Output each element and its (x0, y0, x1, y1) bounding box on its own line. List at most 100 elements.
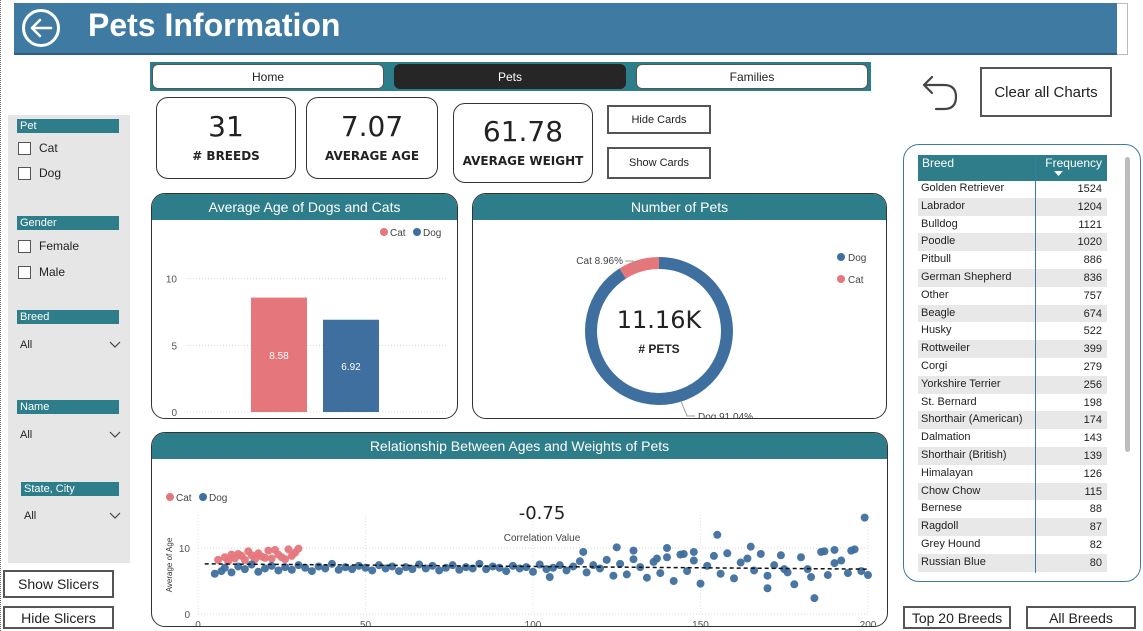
table-row[interactable]: Shorthair (American) 174 (918, 411, 1107, 430)
breed-cell: Himalayan (921, 466, 973, 479)
tab-home[interactable]: Home (152, 64, 384, 89)
frequency-cell: 126 (1083, 467, 1102, 480)
back-button[interactable] (22, 9, 60, 47)
breed-cell: Yorkshire Terrier (921, 377, 1001, 390)
frequency-cell: 143 (1083, 432, 1102, 445)
table-row[interactable]: Beagle 674 (918, 304, 1107, 323)
frequency-cell: 174 (1083, 414, 1102, 427)
correlation-value: -0.75 (519, 503, 566, 524)
top-20-breeds-button[interactable]: Top 20 Breeds (903, 606, 1011, 629)
legend-label: Cat (848, 275, 864, 286)
y-tick-label: 10 (179, 544, 191, 555)
table-row[interactable]: Yorkshire Terrier 256 (918, 375, 1107, 394)
point-dog (328, 559, 336, 568)
point-dog (864, 571, 872, 580)
point-dog (642, 573, 651, 582)
table-row[interactable]: German Shepherd 836 (918, 269, 1107, 287)
checkbox[interactable] (18, 166, 31, 180)
table-row[interactable]: Shorthair (British) 139 (918, 447, 1107, 465)
point-dog (669, 577, 678, 585)
point-cat (294, 544, 303, 553)
breed-dropdown[interactable]: All (18, 335, 124, 355)
breed-cell: German Shepherd (921, 271, 1012, 283)
breed-frequency-table: Breed Frequency Golden Retriever 1524 Labr… (903, 144, 1141, 582)
x-tick-label: 0 (195, 620, 201, 627)
point-dog (596, 564, 604, 573)
correlation-label: Correlation Value (504, 533, 581, 544)
hide-slicers-button[interactable]: Hide Slicers (3, 606, 114, 629)
legend-label: Dog (423, 228, 441, 239)
table-row[interactable]: Himalayan 126 (918, 465, 1107, 483)
breed-cell: Other (921, 288, 949, 301)
frequency-cell: 1524 (1077, 183, 1102, 195)
age-weight-chart: Relationship Between Ages and Weights of… (151, 432, 888, 627)
legend-label: Dog (848, 253, 866, 264)
legend-label: Cat (390, 228, 406, 239)
name-dropdown[interactable]: All (18, 425, 124, 445)
legend-marker (380, 228, 388, 236)
hide-cards-button[interactable]: Hide Cards (607, 105, 711, 134)
point-dog (807, 573, 816, 582)
clear-all-charts-button[interactable]: Clear all Charts (980, 67, 1112, 117)
frequency-cell: 1020 (1077, 236, 1102, 249)
sort-descending-icon[interactable] (1054, 171, 1063, 176)
gender-option-male[interactable]: Male (18, 265, 65, 279)
breed-cell: Ragdoll (921, 520, 959, 533)
point-dog (820, 547, 829, 556)
table-scrollbar[interactable] (1125, 157, 1130, 452)
frequency-column-header[interactable]: Frequency (1045, 156, 1102, 170)
table-row[interactable]: Grey Hound 82 (918, 536, 1107, 554)
breeds-card: 31 # BREEDS (156, 97, 296, 179)
average-age-chart: Average Age of Dogs and Cats 0 5 10 8.58 Cat… (151, 193, 458, 419)
table-row[interactable]: Labrador 1204 (918, 197, 1107, 216)
table-row[interactable]: Bernese 88 (918, 500, 1107, 518)
cat-data-label: Cat 8.96% (576, 256, 623, 267)
point-dog (395, 567, 403, 576)
chart-title: Average Age of Dogs and Cats (152, 194, 457, 220)
table-row[interactable]: Ragdoll 87 (918, 518, 1107, 536)
checkbox[interactable] (18, 265, 31, 279)
table-row[interactable]: Pitbull 886 (918, 251, 1107, 269)
tab-families[interactable]: Families (636, 64, 868, 89)
slicer-panel: Pet Cat Dog Gender Female Male Breed All… (8, 115, 130, 563)
gender-option-female[interactable]: Female (18, 239, 79, 253)
left-border (0, 0, 2, 631)
checkbox[interactable] (18, 141, 31, 155)
table-row[interactable]: St. Bernard 198 (918, 394, 1107, 412)
table-row[interactable]: Rottweiler 399 (918, 340, 1107, 358)
all-breeds-button[interactable]: All Breeds (1026, 606, 1136, 629)
x-tick-label: 100 (525, 620, 542, 627)
chevron-down-icon (109, 510, 121, 522)
show-cards-button[interactable]: Show Cards (607, 147, 711, 179)
breed-cell: Pitbull (921, 253, 951, 266)
legend-marker (837, 253, 845, 261)
table-row[interactable]: Husky 522 (918, 322, 1107, 340)
state-city-dropdown[interactable]: All (22, 506, 124, 526)
pet-option-dog[interactable]: Dog (18, 166, 61, 180)
checkbox[interactable] (18, 239, 31, 253)
table-row[interactable]: Bulldog 1121 (918, 216, 1107, 234)
table-row[interactable]: Chow Chow 115 (918, 482, 1107, 501)
table-row[interactable]: Russian Blue 80 (918, 553, 1107, 572)
breed-column-header[interactable]: Breed (922, 156, 954, 170)
table-row[interactable]: Poodle 1020 (918, 233, 1107, 252)
undo-button[interactable] (920, 73, 960, 113)
gender-option-label: Female (39, 239, 80, 253)
chart-title: Relationship Between Ages and Weights of… (152, 433, 887, 459)
average-age-card: 7.07 AVERAGE AGE (306, 97, 438, 179)
table-row[interactable]: Corgi 279 (918, 358, 1107, 376)
legend-marker (166, 493, 174, 501)
pet-option-cat[interactable]: Cat (18, 141, 58, 155)
table-row[interactable]: Dalmation 143 (918, 429, 1107, 447)
average-weight-value: 61.78 (482, 115, 564, 148)
table-row[interactable]: Other 757 (918, 287, 1107, 305)
legend-label: Cat (176, 493, 192, 504)
point-dog (689, 547, 698, 556)
chart-title: Number of Pets (473, 194, 886, 220)
show-slicers-button[interactable]: Show Slicers (3, 570, 114, 598)
point-dog (756, 549, 765, 558)
tab-pets[interactable]: Pets (394, 64, 626, 89)
point-dog (462, 563, 470, 572)
point-dog (709, 551, 718, 560)
table-row[interactable]: Golden Retriever 1524 (918, 180, 1107, 198)
